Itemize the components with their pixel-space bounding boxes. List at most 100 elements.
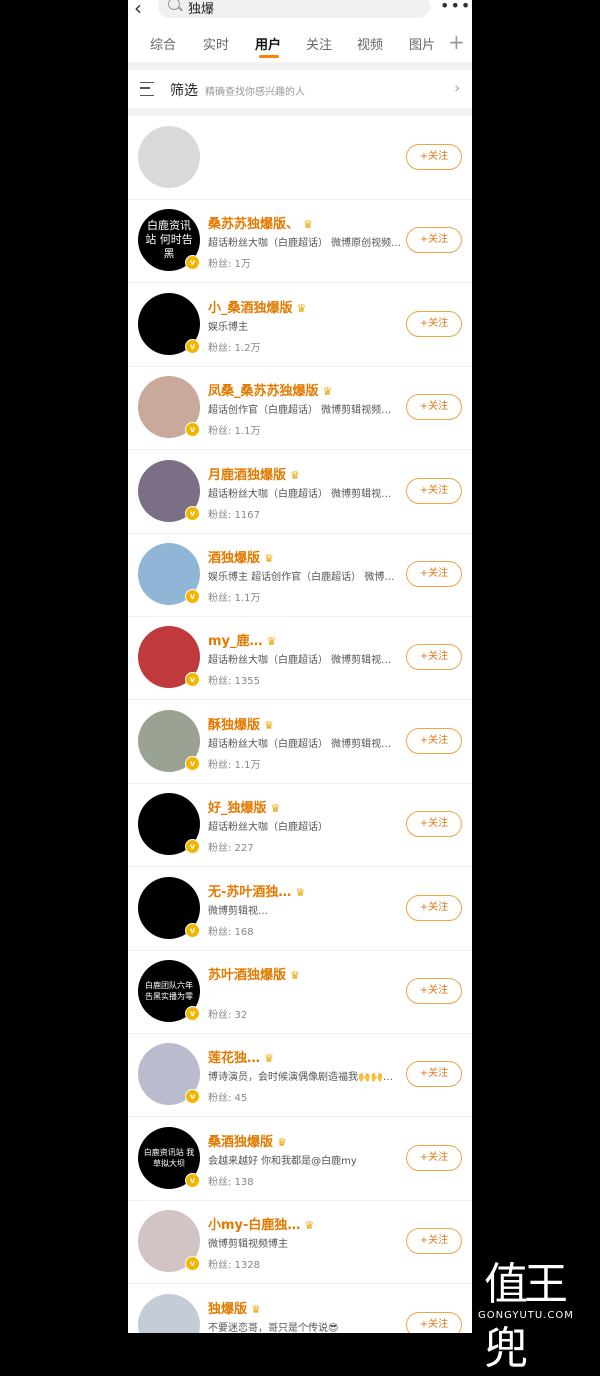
verified-badge-icon: v xyxy=(185,1006,200,1021)
user-row[interactable]: v 酥独爆版 ♛ 超话粉丝大咖（白鹿超话） 微博剪辑视… 粉丝: 1.1万 +关注 xyxy=(128,700,472,784)
tab-video[interactable]: 视频 xyxy=(357,34,383,53)
fan-count: 粉丝: 32 xyxy=(208,1010,248,1021)
verified-badge-icon: v xyxy=(185,422,200,438)
follow-button[interactable]: +关注 xyxy=(406,1228,462,1255)
user-row[interactable]: v 无-苏叶酒独… ♛ 微博剪辑视… 粉丝: 168 +关注 xyxy=(128,867,472,951)
follow-button[interactable]: +关注 xyxy=(406,477,462,504)
fan-count: 粉丝: 1355 xyxy=(208,676,260,688)
verified-badge-icon: v xyxy=(185,589,200,604)
crown-icon: ♛ xyxy=(290,468,300,482)
user-name[interactable]: 桑酒独爆版 ♛ xyxy=(208,1131,287,1150)
follow-button[interactable]: +关注 xyxy=(406,727,462,754)
follow-button[interactable]: +关注 xyxy=(406,811,462,838)
watermark-url: GONGYUTU.COM xyxy=(478,1310,574,1321)
crown-icon: ♛ xyxy=(290,969,300,982)
follow-button[interactable]: +关注 xyxy=(406,561,462,587)
crown-icon: ♛ xyxy=(251,1302,261,1316)
verified-badge-icon: v xyxy=(185,1089,200,1105)
filter-icon xyxy=(140,82,154,96)
filter-title: 筛选 xyxy=(170,83,198,99)
user-row[interactable]: v 莲花独… ♛ 博诗演员，会时候演偶像剧造福我🙌🙌… 粉丝: 45 +关注 xyxy=(128,1033,472,1118)
back-arrow-icon[interactable]: ‹ xyxy=(134,0,142,18)
user-name-text: 桑酒独爆版 xyxy=(208,1134,274,1150)
user-row[interactable]: v 小my-白鹿独… ♛ 微博剪辑视频博主 粉丝: 1328 +关注 xyxy=(128,1200,472,1285)
user-name-text: 好_独爆版 xyxy=(208,801,267,817)
user-row[interactable]: v my_鹿… ♛ 超话粉丝大咖（白鹿超话） 微博剪辑视… 粉丝: 1355 +关注 xyxy=(128,616,472,701)
user-name[interactable]: 桑苏苏独爆版、 ♛ xyxy=(208,213,313,232)
avatar-text: 白鹿资讯站 我草拟大坝 xyxy=(143,1147,195,1168)
follow-button[interactable]: +关注 xyxy=(406,978,462,1004)
user-name[interactable]: my_鹿… ♛ xyxy=(208,630,276,649)
verified-badge-icon: v xyxy=(185,922,200,938)
tab-images[interactable]: 图片 xyxy=(409,34,435,53)
more-icon[interactable]: ••• xyxy=(440,0,471,15)
user-name[interactable]: 独爆版 ♛ xyxy=(208,1298,261,1317)
user-row[interactable]: v 好_独爆版 ♛ 超话粉丝大咖（白鹿超话） 粉丝: 227 +关注 xyxy=(128,783,472,868)
avatar[interactable] xyxy=(138,1293,200,1333)
crown-icon: ♛ xyxy=(264,552,274,565)
user-description: 超话粉丝大咖（白鹿超话） 微博剪辑视… xyxy=(208,655,392,667)
follow-button[interactable]: +关注 xyxy=(406,310,462,337)
tab-users[interactable]: 用户 xyxy=(255,34,281,53)
search-input[interactable]: 独爆 xyxy=(158,0,430,18)
search-query: 独爆 xyxy=(188,2,215,17)
user-description: 娱乐博主 超话创作官（白鹿超话） 微博… xyxy=(208,572,395,583)
user-name[interactable]: 小_桑酒独爆版 ♛ xyxy=(208,297,306,316)
user-name-text: 月鹿酒独爆版 xyxy=(208,467,287,483)
user-name[interactable]: 好_独爆版 ♛ xyxy=(208,797,280,816)
user-row[interactable]: 白鹿团队六年 告黑实播为零 v 苏叶酒独爆版 ♛ 粉丝: 32 +关注 xyxy=(128,950,472,1034)
fan-count: 粉丝: 1.1万 xyxy=(208,759,261,771)
crown-icon: ♛ xyxy=(304,1219,315,1233)
fan-count: 粉丝: 1167 xyxy=(208,509,260,521)
user-description: 微博剪辑视频博主 xyxy=(208,1239,288,1251)
user-description: 博诗演员，会时候演偶像剧造福我🙌🙌… xyxy=(208,1072,393,1084)
crown-icon: ♛ xyxy=(303,218,313,232)
avatar[interactable] xyxy=(138,126,200,188)
follow-button[interactable]: +关注 xyxy=(406,894,462,921)
user-row[interactable]: v 酒独爆版 ♛ 娱乐博主 超话创作官（白鹿超话） 微博… 粉丝: 1.1万 +关注 xyxy=(128,533,472,617)
user-name-text: 无-苏叶酒独… xyxy=(208,884,292,900)
user-name-text: 苏叶酒独爆版 xyxy=(208,968,287,983)
user-description: 超话创作官（白鹿超话） 微博剪辑视频… xyxy=(208,405,392,417)
user-name[interactable]: 无-苏叶酒独… ♛ xyxy=(208,881,305,900)
crown-icon: ♛ xyxy=(264,1052,274,1066)
user-row[interactable]: 白鹿资讯站 我草拟大坝 v 桑酒独爆版 ♛ 会越来越好 你和我都是@白鹿my 粉丝: 13… xyxy=(128,1117,472,1201)
user-name[interactable]: 莲花独… ♛ xyxy=(208,1047,274,1066)
user-name[interactable]: 酒独爆版 ♛ xyxy=(208,547,274,566)
follow-button[interactable]: +关注 xyxy=(406,644,462,671)
user-description: 不要迷恋哥，哥只是个传说😎 xyxy=(208,1322,339,1333)
user-name-text: my_鹿… xyxy=(208,634,263,650)
crown-icon: ♛ xyxy=(322,385,333,399)
tab-realtime[interactable]: 实时 xyxy=(203,34,229,53)
follow-button[interactable]: +关注 xyxy=(406,1144,462,1171)
watermark: 值王兜 GONGYUTU.COM xyxy=(478,1248,600,1374)
user-row[interactable]: v独爆版♛不要迷恋哥，哥只是个传说😎+关注 xyxy=(128,1284,472,1333)
verified-badge-icon: v xyxy=(185,1172,200,1188)
follow-button[interactable]: +关注 xyxy=(406,1311,462,1333)
follow-button[interactable]: +关注 xyxy=(406,1061,462,1088)
verified-badge-icon: v xyxy=(185,755,200,771)
user-name[interactable]: 苏叶酒独爆版 ♛ xyxy=(208,964,300,983)
user-row[interactable]: v 小_桑酒独爆版 ♛ 娱乐博主 粉丝: 1.2万 +关注 xyxy=(128,283,472,367)
user-name-text: 独爆版 xyxy=(208,1301,248,1317)
user-name[interactable]: 凤桑_桑苏苏独爆版 ♛ xyxy=(208,380,332,399)
user-row[interactable]: +关注 xyxy=(128,116,472,200)
follow-button[interactable]: +关注 xyxy=(406,144,462,170)
tab-following[interactable]: 关注 xyxy=(306,34,332,53)
user-row[interactable]: v 月鹿酒独爆版 ♛ 超话粉丝大咖（白鹿超话） 微博剪辑视… 粉丝: 1167 +关注 xyxy=(128,450,472,534)
verified-badge-icon: v xyxy=(185,255,200,271)
user-name-text: 小_桑酒独爆版 xyxy=(208,300,293,316)
follow-button[interactable]: +关注 xyxy=(406,394,462,421)
user-name[interactable]: 小my-白鹿独… ♛ xyxy=(208,1214,314,1233)
add-tab-icon[interactable]: + xyxy=(448,30,465,54)
fan-count: 粉丝: 1328 xyxy=(208,1260,260,1272)
tab-comprehensive[interactable]: 综合 xyxy=(150,34,176,53)
user-row[interactable]: 白鹿资讯站 何时告黑 v 桑苏苏独爆版、 ♛ 超话粉丝大咖（白鹿超话） 微博原创视频… 粉… xyxy=(128,199,472,284)
user-row[interactable]: v 凤桑_桑苏苏独爆版 ♛ 超话创作官（白鹿超话） 微博剪辑视频… 粉丝: 1.1万 +关… xyxy=(128,366,472,451)
verified-badge-icon: v xyxy=(185,505,200,521)
verified-badge-icon: v xyxy=(185,1256,200,1272)
follow-button[interactable]: +关注 xyxy=(406,227,462,254)
user-name[interactable]: 酥独爆版 ♛ xyxy=(208,714,274,733)
user-name[interactable]: 月鹿酒独爆版 ♛ xyxy=(208,464,300,483)
filter-bar[interactable]: 筛选 精确查找你感兴趣的人 › xyxy=(128,70,472,108)
